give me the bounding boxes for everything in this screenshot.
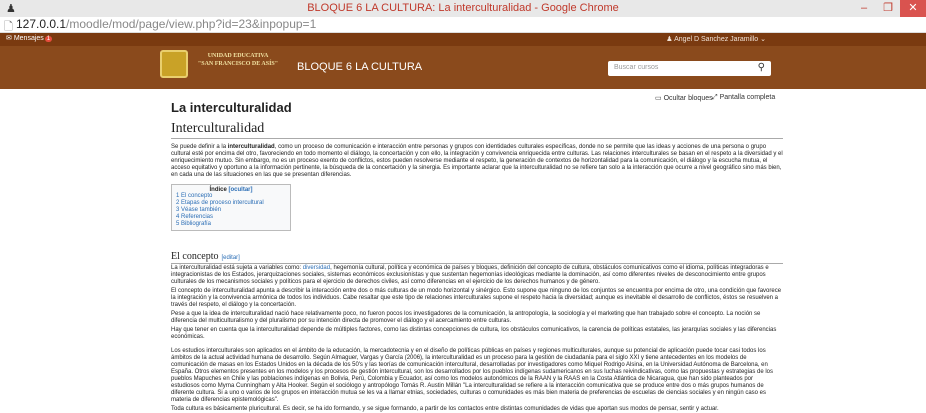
- address-bar[interactable]: 🗋 127.0.0.1/moodle/mod/page/view.php?id=…: [0, 17, 926, 33]
- toc-item-referencias[interactable]: 4 Referencias: [176, 214, 286, 221]
- url-host: 127.0.0.1: [16, 17, 67, 31]
- p1-lead: La interculturalidad está sujeta a varia…: [171, 265, 303, 271]
- fullscreen-label: Pantalla completa: [719, 94, 776, 101]
- toc-toggle-link[interactable]: [ocultar]: [229, 187, 253, 193]
- hide-blocks-icon: ▭: [655, 95, 662, 102]
- concept-paragraph-4: Hay que tener en cuenta que la intercult…: [171, 327, 777, 340]
- hide-blocks-button[interactable]: ▭ Ocultar bloques: [655, 94, 713, 102]
- concept-heading-text: El concepto: [171, 251, 219, 262]
- user-name: Angel D Sanchez Jaramillo: [674, 36, 759, 43]
- messages-badge: 1: [44, 36, 53, 42]
- table-of-contents: Índice [ocultar] 1 El concepto 2 Etapas …: [171, 184, 291, 231]
- intro-lead: Se puede definir a la: [171, 144, 228, 150]
- user-avatar-icon: ♟: [666, 36, 673, 43]
- concept-paragraph-2: El concepto de interculturalidad apunta …: [171, 288, 782, 308]
- search-icon[interactable]: ⚲: [758, 62, 765, 73]
- top-navbar: ✉ Mensajes 1 ♟ Angel D Sanchez Jaramillo …: [0, 33, 926, 46]
- edit-link[interactable]: [editar]: [221, 255, 239, 261]
- window-titlebar: ♟ BLOQUE 6 LA CULTURA: La interculturali…: [0, 0, 926, 17]
- window-title: BLOQUE 6 LA CULTURA: La interculturalida…: [307, 2, 619, 14]
- messages-icon: ✉: [6, 35, 12, 42]
- concept-paragraph-3: Pese a que la idea de interculturalidad …: [171, 311, 761, 324]
- school-name-line2: "SAN FRANCISCO DE ASÍS": [197, 61, 279, 67]
- school-logo[interactable]: [160, 50, 188, 78]
- course-title[interactable]: BLOQUE 6 LA CULTURA: [297, 61, 422, 73]
- fullscreen-button[interactable]: ⤢ Pantalla completa: [712, 94, 775, 102]
- close-button[interactable]: ✕: [900, 0, 926, 17]
- fullscreen-icon: ⤢: [712, 94, 718, 101]
- blocks-controls: ▭ Ocultar bloques ⤢ Pantalla completa: [0, 93, 926, 105]
- chevron-down-icon: ⌄: [760, 36, 766, 43]
- concept-paragraph-1: La interculturalidad está sujeta a varia…: [171, 265, 783, 286]
- section-heading: Interculturalidad: [171, 121, 783, 139]
- concept-heading: El concepto [editar]: [171, 251, 783, 264]
- messages-menu[interactable]: ✉ Mensajes 1: [6, 34, 53, 42]
- url-path: /moodle/mod/page/view.php?id=23&inpopup=…: [66, 17, 317, 31]
- toc-item-bibliografia[interactable]: 5 Bibliografía: [176, 221, 286, 228]
- school-name: UNIDAD EDUCATIVA "SAN FRANCISCO DE ASÍS": [194, 52, 282, 68]
- intro-paragraph: Se puede definir a la interculturalidad,…: [171, 144, 783, 179]
- page-title: La interculturalidad: [171, 100, 292, 115]
- toc-item-vease[interactable]: 3 Véase también: [176, 207, 286, 214]
- hide-blocks-label: Ocultar bloques: [663, 95, 713, 102]
- maximize-button[interactable]: ❐: [876, 0, 900, 17]
- search-placeholder: Buscar cursos: [614, 64, 659, 71]
- url-text[interactable]: 127.0.0.1/moodle/mod/page/view.php?id=23…: [16, 17, 316, 31]
- messages-label: Mensajes: [13, 35, 44, 42]
- concept-paragraph-5: Los estudios interculturales son aplicad…: [171, 348, 773, 403]
- site-header: UNIDAD EDUCATIVA "SAN FRANCISCO DE ASÍS"…: [0, 46, 926, 89]
- school-name-line1: UNIDAD EDUCATIVA: [207, 53, 269, 59]
- user-menu[interactable]: ♟ Angel D Sanchez Jaramillo ⌄: [666, 35, 766, 43]
- course-search-input[interactable]: Buscar cursos ⚲: [608, 61, 771, 76]
- toc-item-concepto[interactable]: 1 El concepto: [176, 193, 286, 200]
- toc-item-etapas[interactable]: 2 Etapas de proceso intercultural: [176, 200, 286, 207]
- minimize-button[interactable]: –: [852, 0, 876, 17]
- diversidad-link[interactable]: diversidad: [303, 265, 330, 271]
- intro-bold: interculturalidad: [227, 144, 275, 150]
